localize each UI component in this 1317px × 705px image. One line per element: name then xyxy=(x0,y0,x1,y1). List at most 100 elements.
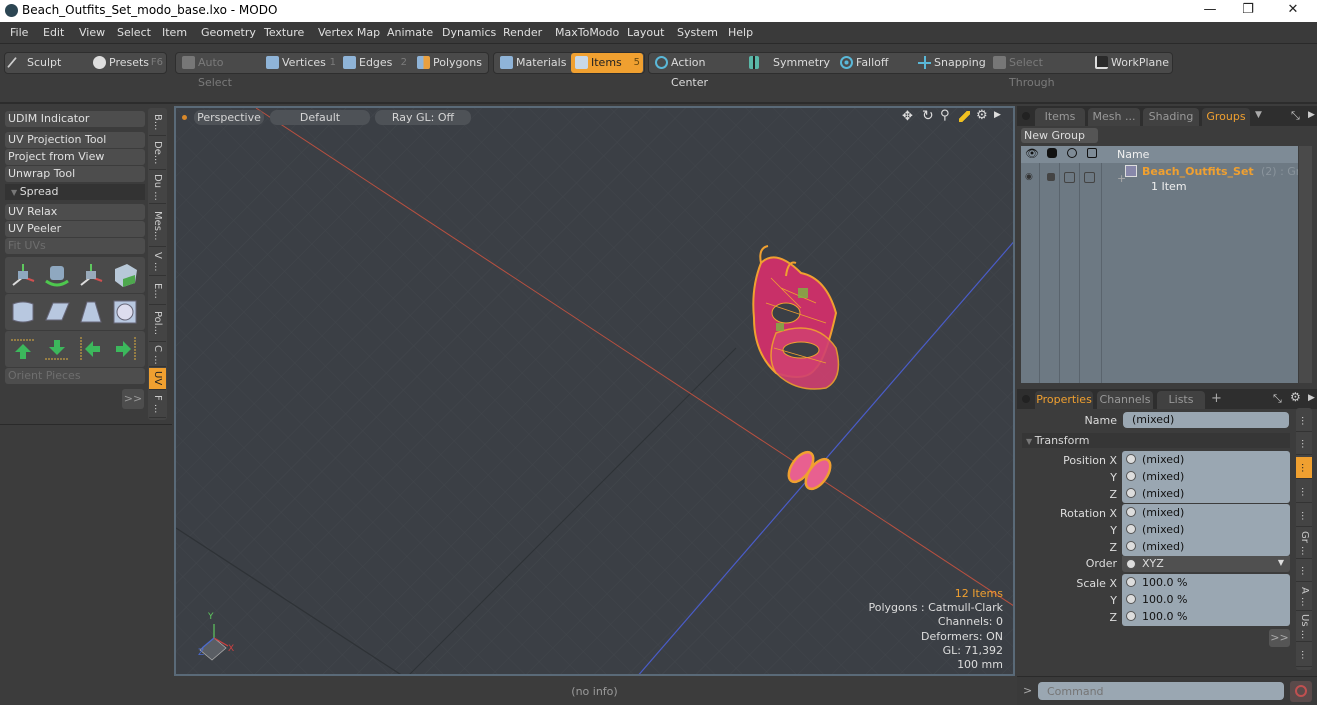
record-macro-button[interactable] xyxy=(1290,681,1312,702)
minimize-button[interactable]: — xyxy=(1195,2,1225,20)
position-y-keyframe-dot[interactable] xyxy=(1126,471,1136,481)
tab-properties[interactable]: Properties xyxy=(1035,391,1093,409)
group-name[interactable]: Beach_Outfits_Set xyxy=(1142,165,1254,178)
auto-select-button[interactable]: Auto Select xyxy=(178,53,258,89)
vtab-duplicate[interactable]: Du ... xyxy=(149,171,166,204)
uv-perspective-grid-icon[interactable] xyxy=(77,298,105,326)
vtab-fusion[interactable]: F ... xyxy=(149,391,166,418)
tab-lists[interactable]: Lists xyxy=(1157,391,1205,409)
tab-shading[interactable]: Shading xyxy=(1143,108,1199,126)
action-center-button[interactable]: Action Center xyxy=(651,53,739,89)
position-x-keyframe-dot[interactable] xyxy=(1126,454,1136,464)
uv-transform-gizmo-icon[interactable] xyxy=(77,261,105,289)
menu-system[interactable]: System xyxy=(677,26,718,39)
viewport-settings-gear-icon[interactable]: ⚙ xyxy=(976,108,988,123)
rotation-y-keyframe-dot[interactable] xyxy=(1126,524,1136,534)
row-render-icon[interactable] xyxy=(1047,173,1055,181)
uv-box-cube-icon[interactable] xyxy=(111,261,139,289)
select-through-button[interactable]: Select Through xyxy=(989,53,1084,89)
menu-layout[interactable]: Layout xyxy=(627,26,664,39)
side-tab-4[interactable]: ... xyxy=(1296,481,1312,503)
spread-section-header[interactable]: ▼ Spread xyxy=(5,184,145,200)
vtab-basic[interactable]: B... xyxy=(149,110,166,136)
side-tab-3-active[interactable]: ... xyxy=(1296,457,1312,479)
rotate-orbit-icon[interactable]: ↻ xyxy=(922,108,934,124)
vertices-button[interactable]: Vertices 1 xyxy=(262,53,336,73)
menu-select[interactable]: Select xyxy=(117,26,151,39)
panel-maximize-icon[interactable]: ⤡ xyxy=(1291,109,1300,123)
scale-z-field[interactable]: 100.0 % xyxy=(1142,608,1187,625)
vtab-uv[interactable]: UV xyxy=(149,368,166,390)
rotation-y-field[interactable]: (mixed) xyxy=(1142,521,1184,538)
side-tab-10[interactable]: ... xyxy=(1296,643,1312,667)
transform-section-header[interactable]: ▼ Transform xyxy=(1022,433,1290,448)
maximize-button[interactable]: ❐ xyxy=(1233,2,1263,20)
menu-file[interactable]: File xyxy=(10,26,28,39)
snapping-button[interactable]: Snapping xyxy=(914,53,986,73)
menu-animate[interactable]: Animate xyxy=(387,26,433,39)
groups-scrollbar[interactable] xyxy=(1299,146,1312,383)
pan-move-icon[interactable]: ✥ xyxy=(902,109,913,124)
uv-projection-tool-button[interactable]: UV Projection Tool xyxy=(5,132,145,148)
scale-y-keyframe-dot[interactable] xyxy=(1126,594,1136,604)
tabs-dropdown-icon[interactable]: ▼ xyxy=(1255,110,1262,120)
viewport-expand-arrow-icon[interactable]: ▶ xyxy=(994,110,1001,120)
raygl-toggle[interactable]: Ray GL: Off xyxy=(375,110,471,125)
uv-cylindrical-map-icon[interactable] xyxy=(9,298,37,326)
uv-peeler-button[interactable]: UV Peeler xyxy=(5,221,145,237)
tab-items[interactable]: Items xyxy=(1035,108,1085,126)
rotation-x-field[interactable]: (mixed) xyxy=(1142,504,1184,521)
name-column-header[interactable]: Name xyxy=(1117,148,1149,161)
panel-arrow-icon[interactable]: ▶ xyxy=(1308,110,1315,120)
panel-arrow-icon[interactable]: ▶ xyxy=(1308,393,1315,403)
shading-style-dropdown[interactable]: Default xyxy=(270,110,370,125)
properties-more-button[interactable]: >> xyxy=(1269,629,1290,647)
render-camera-icon[interactable] xyxy=(1047,148,1057,158)
position-z-keyframe-dot[interactable] xyxy=(1126,488,1136,498)
position-x-field[interactable]: (mixed) xyxy=(1142,451,1184,468)
scale-y-field[interactable]: 100.0 % xyxy=(1142,591,1187,608)
menu-item[interactable]: Item xyxy=(162,26,187,39)
materials-button[interactable]: Materials xyxy=(496,53,566,73)
vtab-deform[interactable]: De... xyxy=(149,137,166,170)
align-left-arrow-icon[interactable] xyxy=(77,335,105,363)
lock-cube-icon[interactable] xyxy=(1087,148,1097,158)
menu-edit[interactable]: Edit xyxy=(43,26,64,39)
side-tab-5[interactable]: ... xyxy=(1296,505,1312,527)
tab-mesh[interactable]: Mesh ... xyxy=(1088,108,1140,126)
position-y-field[interactable]: (mixed) xyxy=(1142,468,1184,485)
presets-button[interactable]: Presets F6 xyxy=(89,53,163,73)
vtab-polygon[interactable]: Pol... xyxy=(149,306,166,342)
menu-vertex-map[interactable]: Vertex Map xyxy=(318,26,380,39)
add-tab-button[interactable]: + xyxy=(1211,391,1222,406)
side-tab-1[interactable]: ... xyxy=(1296,410,1312,432)
align-top-arrow-icon[interactable] xyxy=(9,335,37,363)
uv-move-gizmo-icon[interactable] xyxy=(9,261,37,289)
sculpt-button[interactable]: Sculpt xyxy=(7,53,85,73)
workplane-button[interactable]: WorkPlane xyxy=(1091,53,1169,73)
row-lock-checkbox[interactable] xyxy=(1084,172,1095,183)
vtab-vertex[interactable]: V ... xyxy=(149,248,166,276)
3d-viewport[interactable]: Y X Z Perspective Default Ray GL: Off ✥ … xyxy=(174,106,1015,676)
command-input[interactable] xyxy=(1038,682,1284,700)
panel-maximize-icon[interactable]: ⤡ xyxy=(1273,392,1282,406)
rotation-x-keyframe-dot[interactable] xyxy=(1126,507,1136,517)
menu-geometry[interactable]: Geometry xyxy=(201,26,256,39)
menu-view[interactable]: View xyxy=(79,26,105,39)
menu-dynamics[interactable]: Dynamics xyxy=(442,26,496,39)
row-selectable-checkbox[interactable] xyxy=(1064,172,1075,183)
uv-rotate-cylinder-icon[interactable] xyxy=(43,261,71,289)
row-visibility-eye-icon[interactable]: ◉ xyxy=(1025,172,1033,182)
align-right-arrow-icon[interactable] xyxy=(111,335,139,363)
menu-texture[interactable]: Texture xyxy=(264,26,304,39)
name-field[interactable]: (mixed) xyxy=(1123,412,1289,428)
selectable-cube-icon[interactable] xyxy=(1067,148,1077,158)
menu-render[interactable]: Render xyxy=(503,26,542,39)
udim-indicator-button[interactable]: UDIM Indicator xyxy=(5,111,145,127)
uv-planar-grid-icon[interactable] xyxy=(43,298,71,326)
panel-menu-dot-icon[interactable] xyxy=(1022,112,1030,120)
side-tab-group[interactable]: Gr ... xyxy=(1296,529,1312,559)
tab-channels[interactable]: Channels xyxy=(1097,391,1153,409)
view-type-dropdown[interactable]: Perspective xyxy=(194,110,264,125)
orient-pieces-button[interactable]: Orient Pieces xyxy=(5,368,145,384)
